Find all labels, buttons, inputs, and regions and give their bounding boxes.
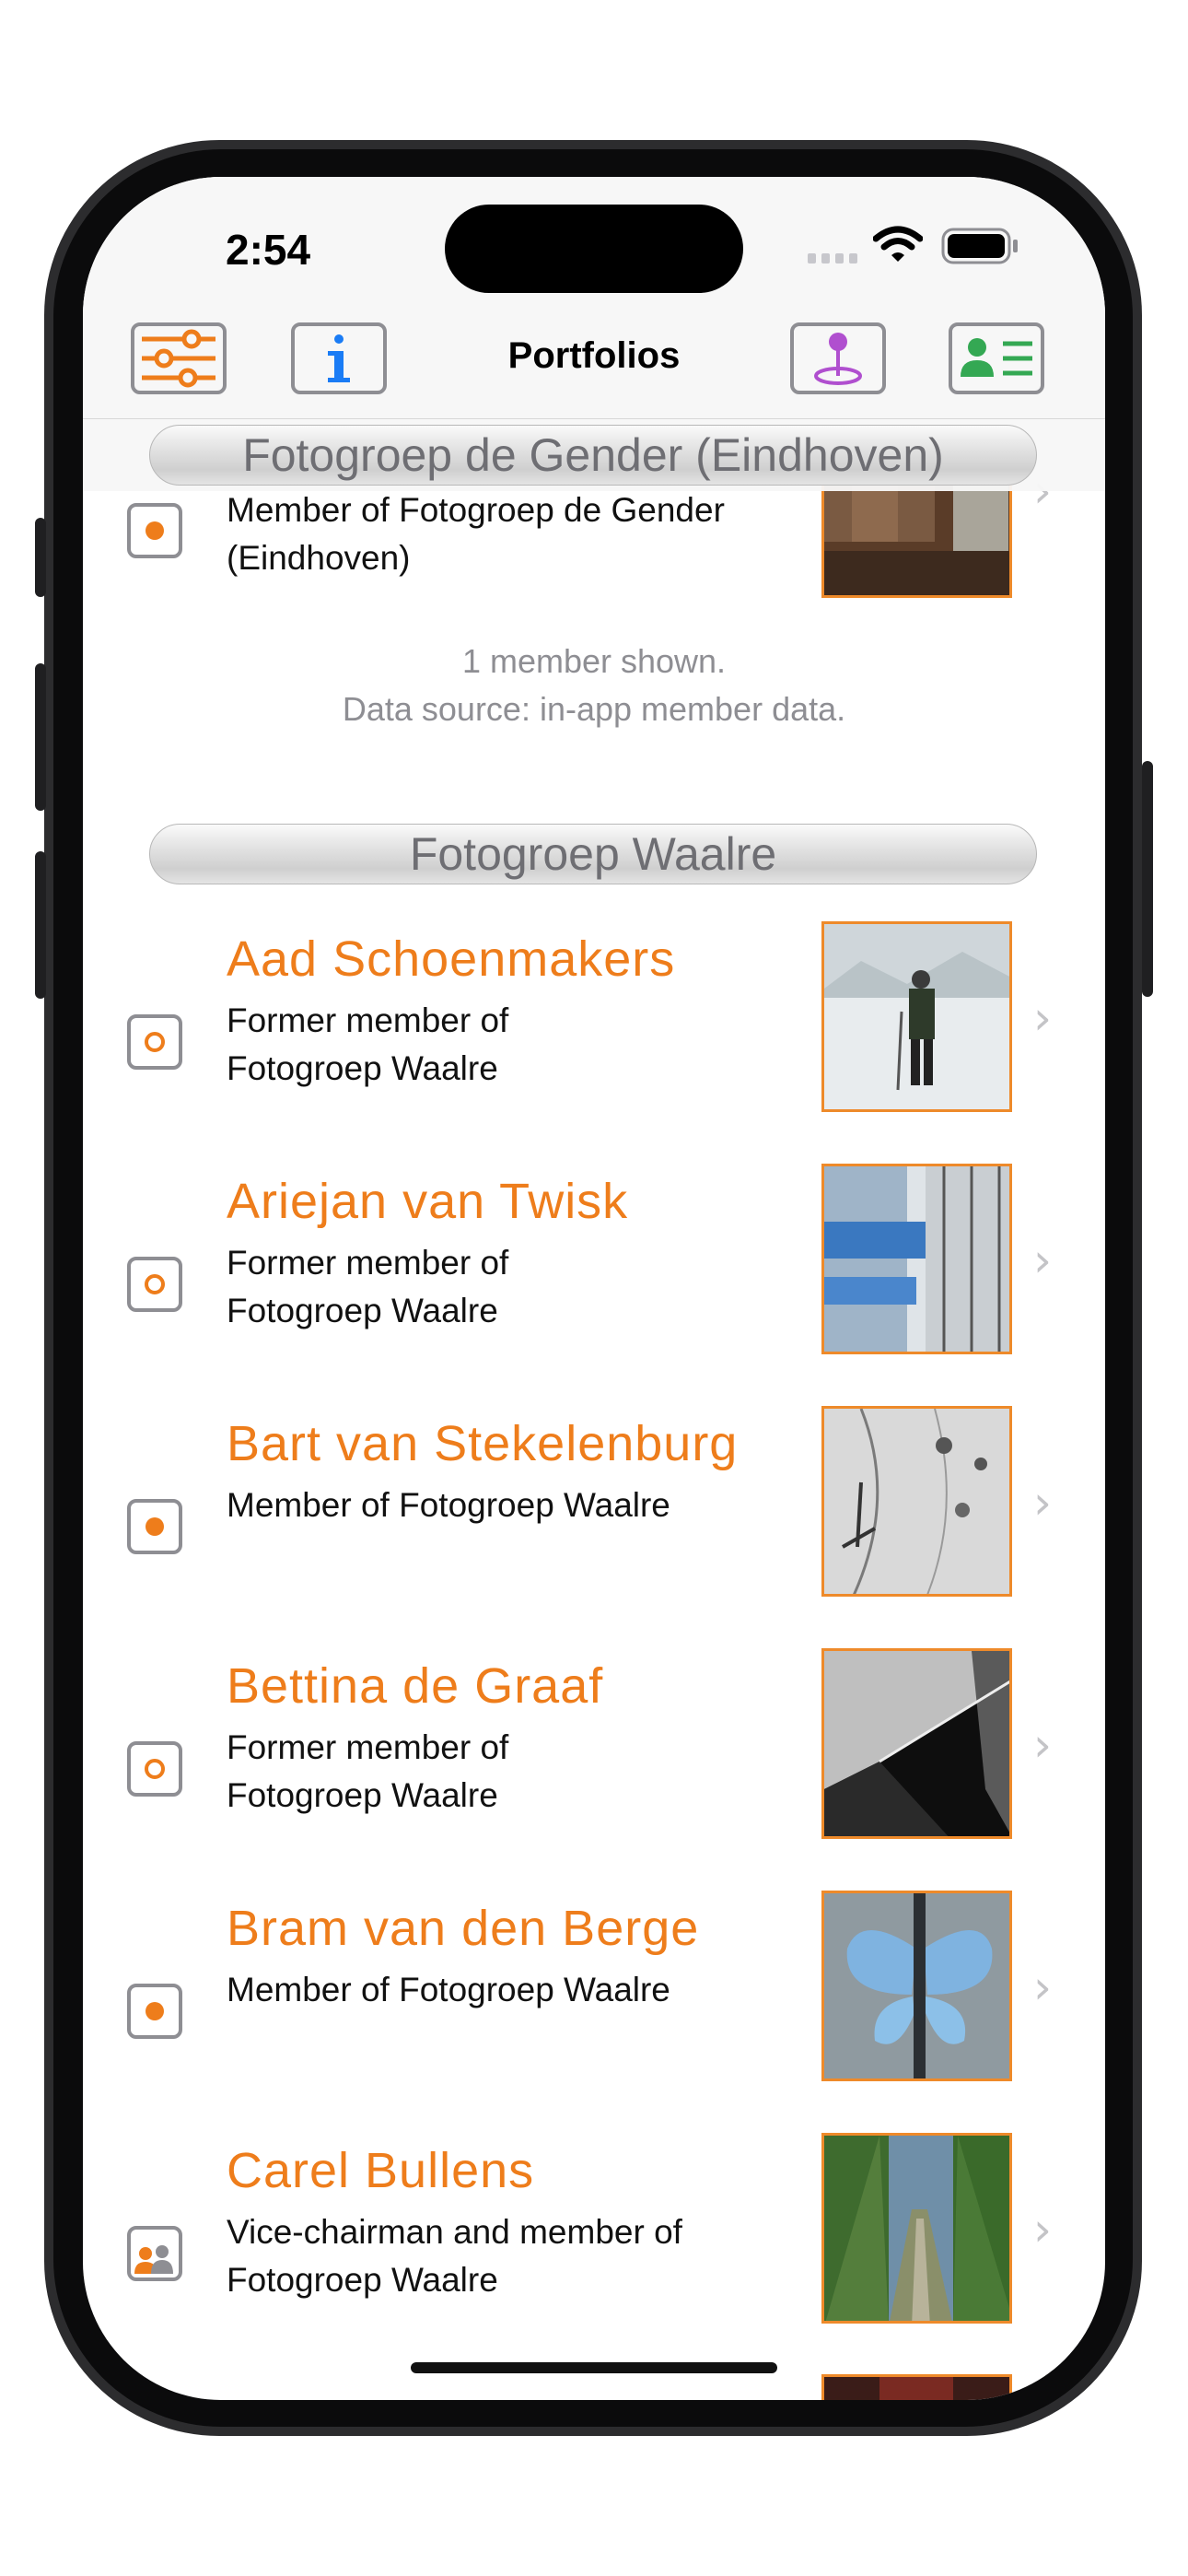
section-header-bar: Fotogroep de Gender (Eindhoven) xyxy=(83,419,1105,491)
data-source-text: Data source: in-app member data. xyxy=(342,690,846,728)
chevron-right-icon: › xyxy=(1033,1476,1052,1529)
hollow-dot-icon xyxy=(145,1032,165,1052)
list-item[interactable]: Bart van Stekelenburg Member of Fotogroe… xyxy=(83,1406,1105,1647)
home-indicator[interactable] xyxy=(411,2362,777,2373)
power-button xyxy=(1142,761,1153,997)
people-icon xyxy=(134,2245,173,2274)
portfolio-thumbnail xyxy=(821,1164,1012,1354)
portfolio-thumbnail xyxy=(821,1648,1012,1839)
status-time: 2:54 xyxy=(226,226,311,274)
volume-down-button xyxy=(35,851,46,999)
action-button xyxy=(35,518,46,597)
chevron-right-icon: › xyxy=(1033,1234,1052,1287)
section-header: Fotogroep de Gender (Eindhoven) xyxy=(149,425,1037,486)
status-bar: 2:54 xyxy=(83,177,1105,315)
member-role: Former member of Fotogroep Waalre xyxy=(227,1244,509,1329)
navigation-bar: Portfolios xyxy=(83,315,1105,419)
member-name: Bram van den Berge xyxy=(227,1901,700,1956)
volume-up-button xyxy=(35,663,46,811)
member-status-icon xyxy=(127,503,182,558)
member-status-icon xyxy=(127,1499,182,1554)
member-name: Aad Schoenmakers xyxy=(227,931,676,987)
member-status-icon xyxy=(127,1984,182,2039)
signal-icon xyxy=(808,253,857,263)
hollow-dot-icon xyxy=(145,1759,165,1779)
battery-icon xyxy=(941,228,1018,264)
member-status-icon xyxy=(127,1741,182,1797)
portfolio-thumbnail xyxy=(821,2133,1012,2324)
member-role: Member of Fotogroep de Gender (Eindhoven… xyxy=(227,491,725,577)
member-role: Member of Fotogroep Waalre xyxy=(227,1971,670,2008)
list-item[interactable]: Ariejan van Twisk Former member of Fotog… xyxy=(83,1164,1105,1405)
map-button[interactable] xyxy=(790,322,886,394)
contacts-button[interactable] xyxy=(949,322,1044,394)
member-count-text: 1 member shown. xyxy=(461,642,727,680)
member-name: Ariejan van Twisk xyxy=(227,1174,629,1229)
member-role: Former member of Fotogroep Waalre xyxy=(227,1728,509,1814)
member-role: Former member of Fotogroep Waalre xyxy=(227,1001,509,1087)
filled-dot-icon xyxy=(146,1517,164,1536)
portfolio-thumbnail xyxy=(821,1406,1012,1597)
chevron-right-icon: › xyxy=(1033,991,1052,1045)
member-status-icon xyxy=(127,1257,182,1312)
member-role: Member of Fotogroep Waalre xyxy=(227,1486,670,1524)
section-footer: 1 member shown. Data source: in-app memb… xyxy=(83,638,1105,733)
member-role: Vice-chairman and member of Fotogroep Wa… xyxy=(227,2213,682,2299)
map-pin-icon xyxy=(814,333,862,385)
list-item[interactable]: Bram van den Berge Member of Fotogroep W… xyxy=(83,1891,1105,2132)
member-name: Carel Bullens xyxy=(227,2143,535,2198)
portfolio-thumbnail xyxy=(821,1891,1012,2081)
member-status-icon xyxy=(127,1014,182,1070)
member-status-icon xyxy=(127,2226,182,2281)
wifi-icon xyxy=(873,226,923,262)
section-header: Fotogroep Waalre xyxy=(149,824,1037,884)
portfolio-thumbnail xyxy=(821,2374,1012,2400)
filled-dot-icon xyxy=(146,2002,164,2020)
list-item[interactable]: Carel Bullens Vice-chairman and member o… xyxy=(83,2133,1105,2374)
app-screen: 2:54 Portfolios Member of Fotogroep de G… xyxy=(83,177,1105,2400)
list-item[interactable]: Bettina de Graaf Former member of Fotogr… xyxy=(83,1648,1105,1890)
contact-card-icon xyxy=(961,338,1032,377)
portfolio-thumbnail xyxy=(821,921,1012,1112)
chevron-right-icon: › xyxy=(1033,1718,1052,1772)
hollow-dot-icon xyxy=(145,1274,165,1294)
filled-dot-icon xyxy=(146,521,164,540)
chevron-right-icon: › xyxy=(1033,1961,1052,2014)
chevron-right-icon: › xyxy=(1033,2203,1052,2256)
list-item[interactable]: Aad Schoenmakers Former member of Fotogr… xyxy=(83,921,1105,1163)
member-name: Bart van Stekelenburg xyxy=(227,1416,739,1471)
dynamic-island xyxy=(445,205,743,293)
member-name: Bettina de Graaf xyxy=(227,1658,604,1714)
